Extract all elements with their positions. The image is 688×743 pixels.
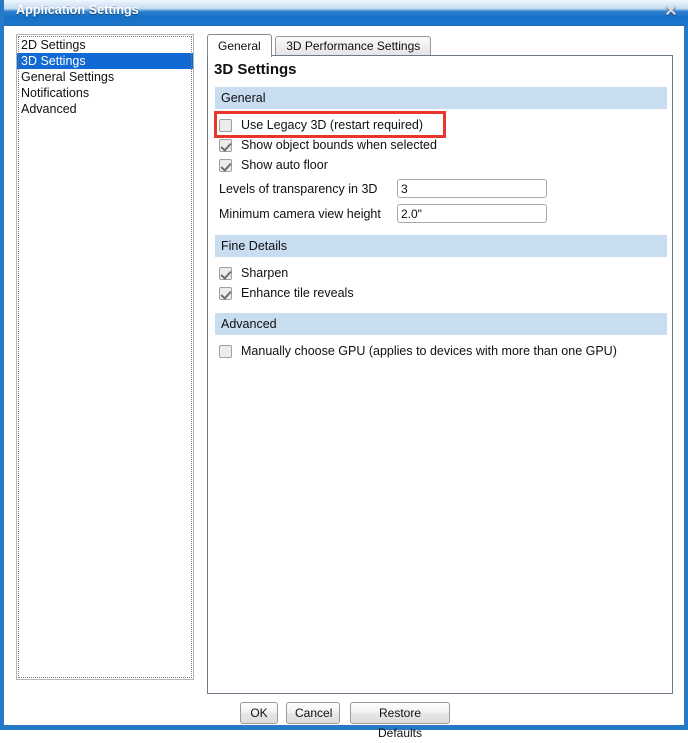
sidebar-item-3d-settings[interactable]: 3D Settings bbox=[17, 53, 193, 69]
field-label: Levels of transparency in 3D bbox=[219, 181, 378, 196]
section-body-general: Use Legacy 3D (restart required) Show obj… bbox=[214, 109, 667, 235]
checkbox-checked-icon[interactable] bbox=[219, 138, 232, 152]
page-title: 3D Settings bbox=[214, 61, 297, 78]
sidebar-item-label: 2D Settings bbox=[21, 38, 86, 52]
sidebar-item-label: Advanced bbox=[21, 102, 77, 116]
checkbox-label: Use Legacy 3D (restart required) bbox=[241, 118, 424, 132]
dialog-body: 2D Settings 3D Settings General Settings No… bbox=[4, 26, 684, 740]
section-body-advanced: Manually choose GPU (applies to devices … bbox=[215, 335, 667, 371]
window-title: Application Settings bbox=[16, 3, 139, 17]
checkbox-label: Sharpen bbox=[241, 266, 289, 280]
tab-3d-performance-settings[interactable]: 3D Performance Settings bbox=[275, 36, 432, 56]
checkbox-unchecked-icon[interactable] bbox=[219, 118, 232, 132]
tab-strip: General 3D Performance Settings bbox=[207, 34, 677, 57]
tab-label: General bbox=[218, 39, 261, 53]
section-body-fine-details: Sharpen Enhance tile reveals bbox=[215, 257, 667, 313]
tab-label: 3D Performance Settings bbox=[286, 39, 421, 53]
settings-category-list[interactable]: 2D Settings 3D Settings General Settings No… bbox=[16, 34, 194, 680]
field-label: Minimum camera view height bbox=[219, 206, 381, 221]
sidebar-item-label: Notifications bbox=[21, 86, 90, 100]
checkbox-label: Show auto floor bbox=[241, 158, 328, 172]
field-row: Levels of transparency in 3D bbox=[219, 177, 667, 200]
close-icon[interactable]: ✕ bbox=[658, 2, 684, 22]
sidebar-item-notifications[interactable]: Notifications bbox=[17, 85, 193, 101]
checkbox-label: Enhance tile reveals bbox=[241, 286, 354, 300]
restore-defaults-button[interactable]: Restore Defaults bbox=[350, 702, 450, 740]
field-input[interactable] bbox=[397, 204, 547, 223]
dialog-footer: OK Cancel Restore Defaults bbox=[4, 702, 684, 740]
field-input[interactable] bbox=[397, 179, 547, 198]
checkbox-row[interactable]: Show auto floor bbox=[219, 155, 667, 175]
title-bar: Application Settings ✕ bbox=[4, 0, 688, 26]
settings-sections: General Use Legacy 3D (restart required) S… bbox=[214, 87, 667, 371]
ok-button[interactable]: OK bbox=[240, 702, 278, 724]
content-panel: 3D Settings General Use Legacy 3D (restar… bbox=[207, 55, 673, 694]
tab-general[interactable]: General bbox=[207, 34, 272, 57]
sidebar-item-general-settings[interactable]: General Settings bbox=[17, 69, 193, 85]
settings-dialog-window: Application Settings ✕ 2D Settings 3D Set… bbox=[0, 0, 688, 740]
checkbox-label: Show object bounds when selected bbox=[241, 138, 437, 152]
checkbox-unchecked-icon[interactable] bbox=[219, 344, 232, 358]
checkbox-checked-icon[interactable] bbox=[219, 158, 232, 172]
checkbox-checked-icon[interactable] bbox=[219, 266, 232, 280]
field-row: Minimum camera view height bbox=[219, 202, 667, 225]
sidebar-item-2d-settings[interactable]: 2D Settings bbox=[17, 37, 193, 53]
checkbox-row[interactable]: Enhance tile reveals bbox=[219, 283, 667, 303]
section-header-general: General bbox=[215, 87, 667, 109]
cancel-button[interactable]: Cancel bbox=[286, 702, 340, 724]
checkbox-checked-icon[interactable] bbox=[219, 286, 232, 300]
sidebar-item-label: 3D Settings bbox=[21, 54, 86, 68]
section-header-advanced: Advanced bbox=[215, 313, 667, 335]
sidebar-item-label: General Settings bbox=[21, 70, 115, 84]
section-header-fine-details: Fine Details bbox=[215, 235, 667, 257]
checkbox-label: Manually choose GPU (applies to devices … bbox=[241, 344, 617, 358]
checkbox-row[interactable]: Use Legacy 3D (restart required) bbox=[214, 111, 667, 138]
checkbox-row[interactable]: Show object bounds when selected bbox=[219, 135, 667, 155]
checkbox-row[interactable]: Manually choose GPU (applies to devices … bbox=[219, 341, 667, 361]
sidebar-item-advanced[interactable]: Advanced bbox=[17, 101, 193, 117]
checkbox-row[interactable]: Sharpen bbox=[219, 263, 667, 283]
